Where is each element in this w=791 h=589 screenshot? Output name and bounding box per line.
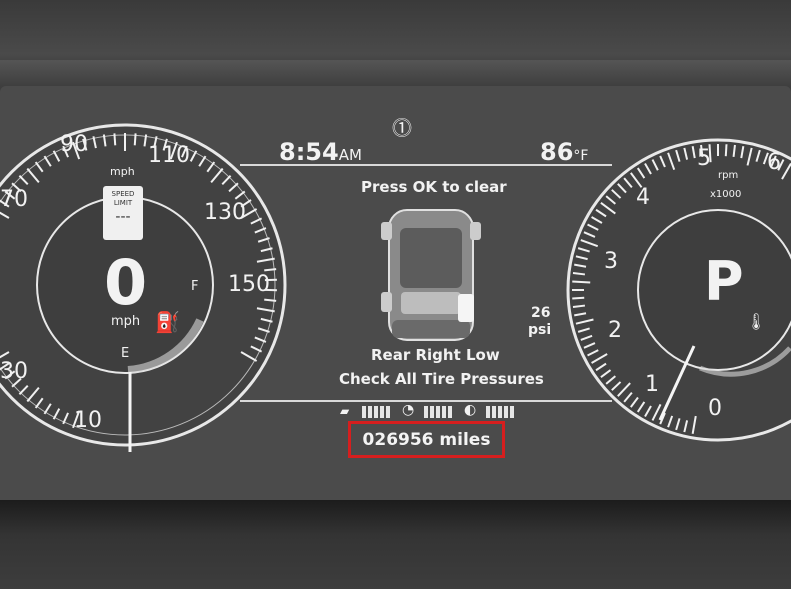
speed-tick-70: 70 xyxy=(0,187,28,212)
tire-pressure-value: 26 xyxy=(531,305,551,321)
speed-tick-130: 130 xyxy=(204,200,246,225)
tick-mark xyxy=(732,144,736,158)
mode-bar-3 xyxy=(486,406,514,418)
clock-ampm: AM xyxy=(338,146,362,164)
tick-mark xyxy=(572,304,586,308)
tire-pressure-warning-icon: ⓵ xyxy=(392,116,412,140)
tick-mark xyxy=(264,298,277,302)
bottom-divider xyxy=(240,400,612,402)
rpm-tick-0: 0 xyxy=(708,396,722,421)
clock: 8:54AM xyxy=(279,138,362,166)
press-ok-message: Press OK to clear xyxy=(361,178,507,196)
mode-bar-2 xyxy=(424,406,452,418)
current-speed: 0 xyxy=(104,246,148,319)
odometer-reading: 026956 miles xyxy=(362,429,491,450)
current-speed-unit: mph xyxy=(111,314,141,329)
car-top-view xyxy=(381,209,481,341)
rpm-multiplier: x1000 xyxy=(710,189,742,200)
tick-mark xyxy=(572,272,586,276)
odometer: 026956 miles xyxy=(348,421,505,458)
gauge-icon: ◔ xyxy=(402,402,415,418)
speed-limit-sign: SPEED LIMIT --- xyxy=(103,186,143,240)
fuel-empty-label: E xyxy=(121,346,130,361)
gear-indicator: P xyxy=(704,250,744,313)
tick-mark xyxy=(572,280,591,284)
outside-temperature: 86°F xyxy=(540,138,588,166)
tire-pressure-unit: psi xyxy=(528,322,552,338)
rpm-tick-6: 6 xyxy=(767,150,781,175)
warning-line-2: Check All Tire Pressures xyxy=(339,370,544,388)
rpm-tick-1: 1 xyxy=(645,372,659,397)
fuel-pump-icon: ⛽ xyxy=(155,310,180,334)
speed-unit-top: mph xyxy=(110,165,135,178)
coolant-temperature-icon: 🌡 xyxy=(746,312,767,331)
tachometer-dial xyxy=(566,138,791,442)
tick-mark xyxy=(264,268,277,272)
speed-tick-30: 30 xyxy=(0,359,28,384)
speed-tick-150: 150 xyxy=(228,272,270,297)
rpm-tick-4: 4 xyxy=(636,185,650,210)
temperature-value: 86 xyxy=(540,138,574,166)
terrain-icon: ◐ xyxy=(464,402,477,418)
tick-mark xyxy=(724,144,728,157)
warning-line-1: Rear Right Low xyxy=(371,346,500,364)
rpm-tick-3: 3 xyxy=(604,249,618,274)
rpm-unit: rpm xyxy=(718,170,739,181)
tick-mark xyxy=(572,296,585,300)
speed-tick-110: 110 xyxy=(148,143,190,168)
clock-time: 8:54 xyxy=(279,138,339,166)
temperature-unit: °F xyxy=(573,148,589,164)
speed-limit-text: SPEED LIMIT xyxy=(111,190,135,207)
rpm-tick-5: 5 xyxy=(697,146,711,171)
fuel-full-label: F xyxy=(191,279,199,294)
mode-bar-1 xyxy=(362,406,390,418)
speed-tick-90: 90 xyxy=(60,132,88,157)
speed-tick-10: 10 xyxy=(74,408,102,433)
tick-mark xyxy=(133,133,137,146)
tick-mark xyxy=(113,133,117,146)
speed-limit-value: --- xyxy=(115,209,131,225)
vehicle-mode-icon: ▰ xyxy=(340,404,350,418)
low-tire-highlight xyxy=(458,294,474,322)
top-divider xyxy=(240,164,612,166)
rpm-tick-2: 2 xyxy=(608,318,622,343)
